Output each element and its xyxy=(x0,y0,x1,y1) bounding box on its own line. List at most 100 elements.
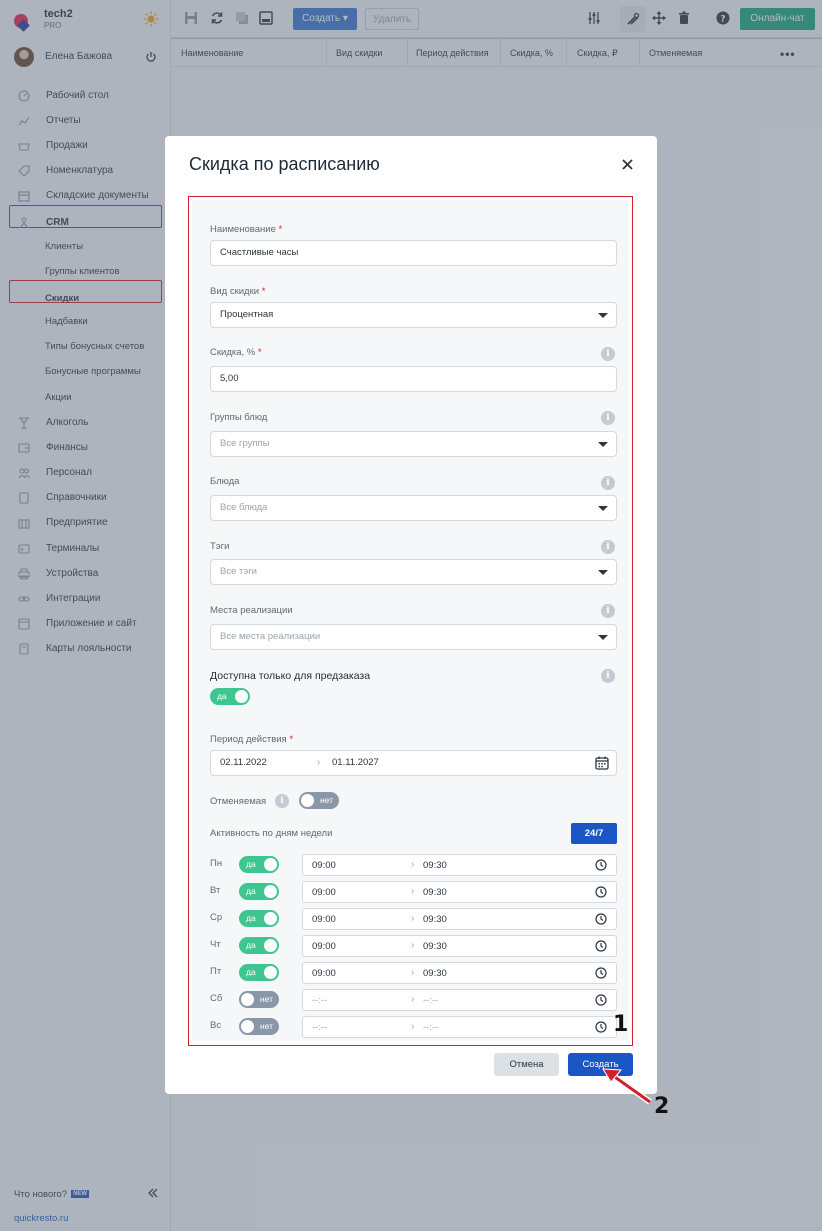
time-to[interactable]: 09:30 xyxy=(423,941,447,952)
info-icon[interactable]: i xyxy=(601,476,615,490)
toggle-label: да xyxy=(246,940,256,950)
info-icon[interactable]: i xyxy=(275,794,289,808)
toggle-label: да xyxy=(246,886,256,896)
cancelable-toggle[interactable]: нет xyxy=(299,792,339,809)
info-icon[interactable]: i xyxy=(601,540,615,554)
places-select[interactable]: Все места реализации xyxy=(210,624,617,650)
time-to[interactable]: 09:30 xyxy=(423,887,447,898)
weekday-label: Чт xyxy=(210,939,221,950)
toggle-label: да xyxy=(246,859,256,869)
time-to[interactable]: --:-- xyxy=(423,1022,438,1033)
type-label: Вид скидки * xyxy=(210,286,266,297)
weekday-label: Вт xyxy=(210,885,221,896)
preorder-toggle[interactable]: да xyxy=(210,688,250,705)
time-range-input[interactable]: 09:00 › 09:30 xyxy=(302,854,617,876)
time-from[interactable]: 09:00 xyxy=(312,968,336,979)
time-from[interactable]: 09:00 xyxy=(312,860,336,871)
discount-type-select[interactable]: Процентная xyxy=(210,302,617,328)
caret-down-icon xyxy=(598,506,608,511)
tags-select[interactable]: Все тэги xyxy=(210,559,617,585)
close-icon[interactable] xyxy=(622,159,633,170)
time-to[interactable]: --:-- xyxy=(423,995,438,1006)
dishes-select[interactable]: Все блюда xyxy=(210,495,617,521)
info-icon[interactable]: i xyxy=(601,669,615,683)
weekday-toggle[interactable]: да xyxy=(239,856,279,873)
period-date-range[interactable]: 02.11.2022 › 01.11.2027 xyxy=(210,750,617,776)
toggle-knob xyxy=(264,858,277,871)
toggle-knob xyxy=(264,966,277,979)
info-icon[interactable]: i xyxy=(601,411,615,425)
weekday-label: Сб xyxy=(210,993,223,1004)
dish-groups-select[interactable]: Все группы xyxy=(210,431,617,457)
toggle-knob xyxy=(241,1020,254,1033)
time-from[interactable]: --:-- xyxy=(312,995,327,1006)
tags-label: Тэги xyxy=(210,541,230,552)
toggle-label: да xyxy=(246,967,256,977)
toggle-label: нет xyxy=(319,795,333,805)
weekday-toggle[interactable]: да xyxy=(239,883,279,900)
weekday-toggle[interactable]: да xyxy=(239,910,279,927)
weekday-label: Пт xyxy=(210,966,222,977)
weekday-toggle[interactable]: нет xyxy=(239,991,279,1008)
clock-icon[interactable] xyxy=(595,994,607,1006)
period-from[interactable]: 02.11.2022 xyxy=(220,757,267,768)
preorder-label: Доступна только для предзаказа xyxy=(210,670,371,682)
weekday-label: Пн xyxy=(210,858,223,869)
discount-type-value: Процентная xyxy=(220,309,274,320)
caret-down-icon xyxy=(598,570,608,575)
time-range-input[interactable]: 09:00 › 09:30 xyxy=(302,881,617,903)
chevron-right-icon: › xyxy=(411,940,415,951)
type-label-text: Вид скидки xyxy=(210,286,260,297)
caret-down-icon xyxy=(598,635,608,640)
clock-icon[interactable] xyxy=(595,940,607,952)
places-placeholder: Все места реализации xyxy=(220,631,321,642)
period-label: Период действия * xyxy=(210,734,294,745)
weekday-label: Вс xyxy=(210,1020,222,1031)
calendar-icon[interactable] xyxy=(595,756,609,770)
name-input[interactable]: Счастливые часы xyxy=(210,240,617,266)
time-to[interactable]: 09:30 xyxy=(423,860,447,871)
schedule-discount-modal: Скидка по расписанию Наименование * Счас… xyxy=(165,136,657,1094)
caret-down-icon xyxy=(598,442,608,447)
tags-placeholder: Все тэги xyxy=(220,566,257,577)
pct-label-text: Скидка, % xyxy=(210,347,256,358)
dish-groups-label: Группы блюд xyxy=(210,412,268,423)
cancel-button[interactable]: Отмена xyxy=(494,1053,559,1076)
time-from[interactable]: 09:00 xyxy=(312,914,336,925)
places-label: Места реализации xyxy=(210,605,293,616)
time-from[interactable]: 09:00 xyxy=(312,941,336,952)
clock-icon[interactable] xyxy=(595,967,607,979)
time-range-input[interactable]: 09:00 › 09:30 xyxy=(302,935,617,957)
clock-icon[interactable] xyxy=(595,1021,607,1033)
chevron-right-icon: › xyxy=(411,913,415,924)
chevron-right-icon: › xyxy=(411,859,415,870)
info-icon[interactable]: i xyxy=(601,347,615,361)
info-icon[interactable]: i xyxy=(601,604,615,618)
chevron-right-icon: › xyxy=(411,886,415,897)
caret-down-icon xyxy=(598,313,608,318)
discount-percent-input[interactable]: 5,00 xyxy=(210,366,617,392)
clock-icon[interactable] xyxy=(595,886,607,898)
time-range-input[interactable]: 09:00 › 09:30 xyxy=(302,962,617,984)
toggle-knob xyxy=(235,690,248,703)
create-button[interactable]: Создать xyxy=(568,1053,633,1076)
time-to[interactable]: 09:30 xyxy=(423,914,447,925)
dish-groups-placeholder: Все группы xyxy=(220,438,270,449)
weekday-toggle[interactable]: нет xyxy=(239,1018,279,1035)
clock-icon[interactable] xyxy=(595,913,607,925)
time-from[interactable]: 09:00 xyxy=(312,887,336,898)
toggle-knob xyxy=(264,912,277,925)
time-range-input[interactable]: --:-- › --:-- xyxy=(302,989,617,1011)
time-range-input[interactable]: --:-- › --:-- xyxy=(302,1016,617,1038)
all-week-button[interactable]: 24/7 xyxy=(571,823,617,844)
period-to[interactable]: 01.11.2027 xyxy=(332,751,379,775)
clock-icon[interactable] xyxy=(595,859,607,871)
time-from[interactable]: --:-- xyxy=(312,1022,327,1033)
weekday-toggle[interactable]: да xyxy=(239,937,279,954)
dishes-placeholder: Все блюда xyxy=(220,502,268,513)
weekday-toggle[interactable]: да xyxy=(239,964,279,981)
time-to[interactable]: 09:30 xyxy=(423,968,447,979)
toggle-label: да xyxy=(217,691,227,701)
annotation-number-2: 2 xyxy=(654,1094,670,1119)
time-range-input[interactable]: 09:00 › 09:30 xyxy=(302,908,617,930)
